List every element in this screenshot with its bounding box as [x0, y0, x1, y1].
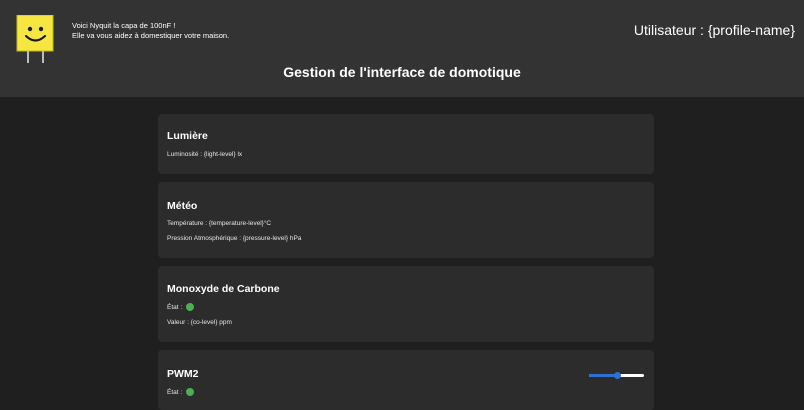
- card-weather: Météo Température : {temperature-level}°…: [158, 182, 654, 258]
- co-state-label: État :: [167, 303, 183, 311]
- card-pwm2-title: PWM2: [167, 368, 199, 380]
- pwm2-status-dot: [186, 388, 195, 396]
- pwm2-slider[interactable]: [589, 370, 644, 382]
- luminosity-text: Luminosité : {light-level} lx: [167, 151, 243, 158]
- co-state-row: État :: [167, 303, 195, 311]
- smiling-capacitor-icon: [16, 15, 54, 63]
- co-value-text: Valeur : {co-level} ppm: [167, 319, 232, 326]
- card-light-title: Lumière: [167, 130, 208, 142]
- header: Voici Nyquit la capa de 100nF ! Elle va …: [0, 0, 804, 97]
- card-co-title: Monoxyde de Carbone: [167, 283, 280, 295]
- pwm2-slider-thumb[interactable]: [613, 372, 621, 379]
- card-light: Lumière Luminosité : {light-level} lx: [158, 114, 654, 174]
- pwm2-state-row: État :: [167, 388, 195, 396]
- pwm2-slider-track[interactable]: [589, 372, 644, 379]
- card-pwm2: PWM2 État :: [158, 350, 654, 410]
- temperature-text: Température : {temperature-level}°C: [167, 220, 272, 227]
- card-weather-title: Météo: [167, 200, 198, 212]
- intro-line-1: Voici Nyquit la capa de 100nF !: [72, 21, 176, 30]
- pwm2-state-label: État :: [167, 388, 183, 396]
- pwm2-slider-fill: [589, 374, 617, 377]
- intro-text: Voici Nyquit la capa de 100nF ! Elle va …: [72, 21, 229, 41]
- pressure-text: Pression Atmosphérique : {pressure-level…: [167, 235, 302, 242]
- card-co: Monoxyde de Carbone État : Valeur : {co-…: [158, 266, 654, 342]
- page-title: Gestion de l'interface de domotique: [283, 64, 521, 80]
- intro-line-2: Elle va vous aidez à domestiquer votre m…: [72, 31, 230, 40]
- user-label: Utilisateur : {profile-name}: [633, 22, 795, 38]
- co-status-dot: [186, 303, 195, 311]
